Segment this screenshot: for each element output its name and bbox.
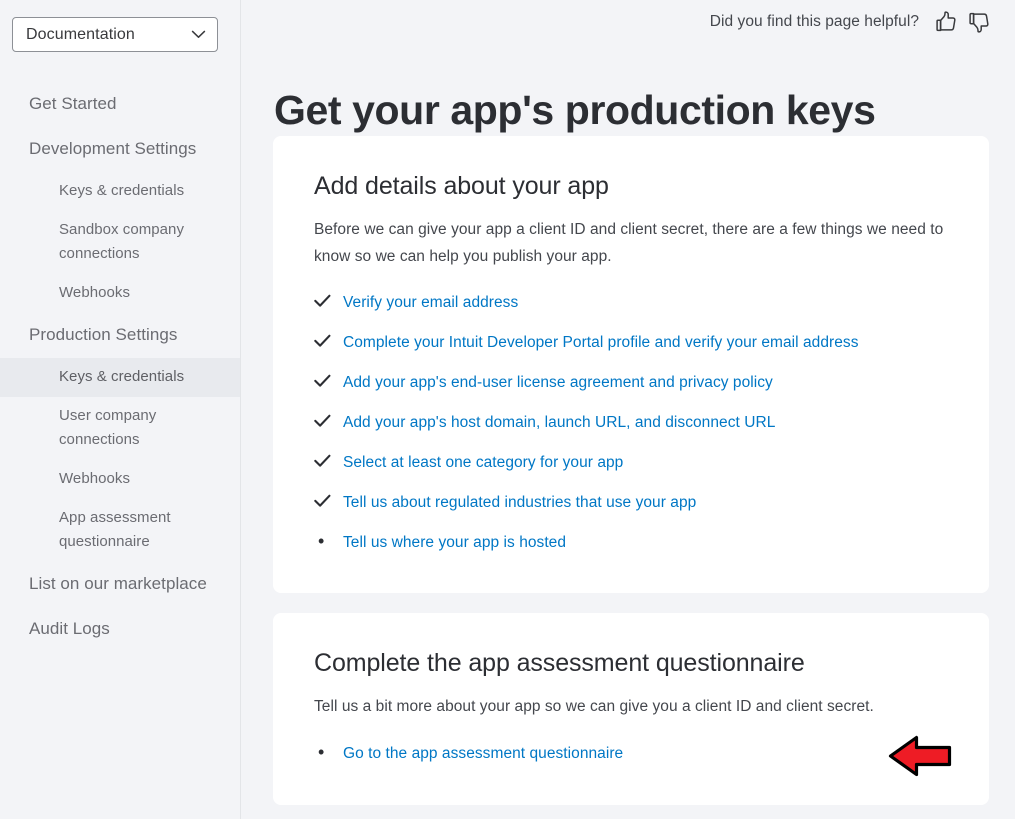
sidebar-item-app-assessment-questionnaire[interactable]: App assessment questionnaire [0, 499, 240, 562]
list-item: Verify your email address [314, 291, 949, 314]
card-add-details-title: Add details about your app [314, 172, 609, 200]
sidebar-item-sandbox-company-connections[interactable]: Sandbox company connections [0, 211, 240, 274]
card-app-assessment-questionnaire: Complete the app assessment questionnair… [273, 613, 989, 805]
sidebar-item-development-settings[interactable]: Development Settings [0, 127, 240, 172]
check-icon [314, 491, 334, 511]
main-content: Did you find this page helpful? Get your… [241, 0, 1015, 819]
list-item: Add your app's host domain, launch URL, … [314, 411, 949, 434]
sidebar-item-dev-webhooks[interactable]: Webhooks [0, 274, 240, 313]
sidebar-item-user-company-connections[interactable]: User company connections [0, 397, 240, 460]
list-item: • Tell us where your app is hosted [314, 531, 949, 554]
list-item: Complete your Intuit Developer Portal pr… [314, 331, 949, 354]
app-root: Documentation Get Started Development Se… [0, 0, 1015, 819]
checklist-link-regulated-industries[interactable]: Tell us about regulated industries that … [343, 494, 696, 511]
check-icon [314, 411, 334, 431]
checklist-link-verify-email[interactable]: Verify your email address [343, 294, 518, 311]
documentation-selector[interactable]: Documentation [12, 17, 218, 52]
checklist-link-eula-privacy-policy[interactable]: Add your app's end-user license agreemen… [343, 374, 773, 391]
list-item: Add your app's end-user license agreemen… [314, 371, 949, 394]
bullet-icon: • [318, 742, 325, 762]
page-title: Get your app's production keys [274, 87, 876, 134]
sidebar-item-prod-keys-credentials[interactable]: Keys & credentials [0, 358, 240, 397]
sidebar-item-dev-keys-credentials[interactable]: Keys & credentials [0, 172, 240, 211]
check-icon [314, 291, 334, 311]
sidebar-nav: Get Started Development Settings Keys & … [0, 82, 240, 652]
check-icon [314, 331, 334, 351]
checklist-link-select-category[interactable]: Select at least one category for your ap… [343, 454, 623, 471]
sidebar-item-get-started[interactable]: Get Started [0, 82, 240, 127]
card-add-details: Add details about your app Before we can… [273, 136, 989, 593]
questionnaire-list: • Go to the app assessment questionnaire [314, 742, 949, 765]
sidebar-item-list-on-our-marketplace[interactable]: List on our marketplace [0, 562, 240, 607]
checklist-link-complete-profile[interactable]: Complete your Intuit Developer Portal pr… [343, 334, 859, 351]
card-questionnaire-title: Complete the app assessment questionnair… [314, 649, 805, 677]
setup-checklist: Verify your email address Complete your … [314, 291, 949, 554]
chevron-down-icon [191, 30, 206, 39]
bullet-icon: • [318, 531, 325, 551]
feedback-prompt: Did you find this page helpful? [709, 13, 919, 30]
page-feedback: Did you find this page helpful? [710, 10, 991, 34]
check-icon [314, 451, 334, 471]
thumbs-down-icon[interactable] [967, 10, 991, 34]
card-questionnaire-description: Tell us a bit more about your app so we … [314, 698, 874, 715]
list-item: Select at least one category for your ap… [314, 451, 949, 474]
list-item: Tell us about regulated industries that … [314, 491, 949, 514]
sidebar: Documentation Get Started Development Se… [0, 0, 241, 819]
feedback-buttons [934, 10, 991, 34]
sidebar-item-production-settings[interactable]: Production Settings [0, 313, 240, 358]
thumbs-up-icon[interactable] [934, 10, 958, 34]
sidebar-item-audit-logs[interactable]: Audit Logs [0, 607, 240, 652]
checklist-link-host-domain-urls[interactable]: Add your app's host domain, launch URL, … [343, 414, 775, 431]
check-icon [314, 371, 334, 391]
list-item: • Go to the app assessment questionnaire [314, 742, 949, 765]
card-add-details-description: Before we can give your app a client ID … [314, 221, 944, 265]
checklist-link-where-app-hosted[interactable]: Tell us where your app is hosted [343, 534, 566, 551]
questionnaire-link-go-to-questionnaire[interactable]: Go to the app assessment questionnaire [343, 745, 623, 762]
sidebar-item-prod-webhooks[interactable]: Webhooks [0, 460, 240, 499]
documentation-selector-value: Documentation [26, 25, 135, 43]
